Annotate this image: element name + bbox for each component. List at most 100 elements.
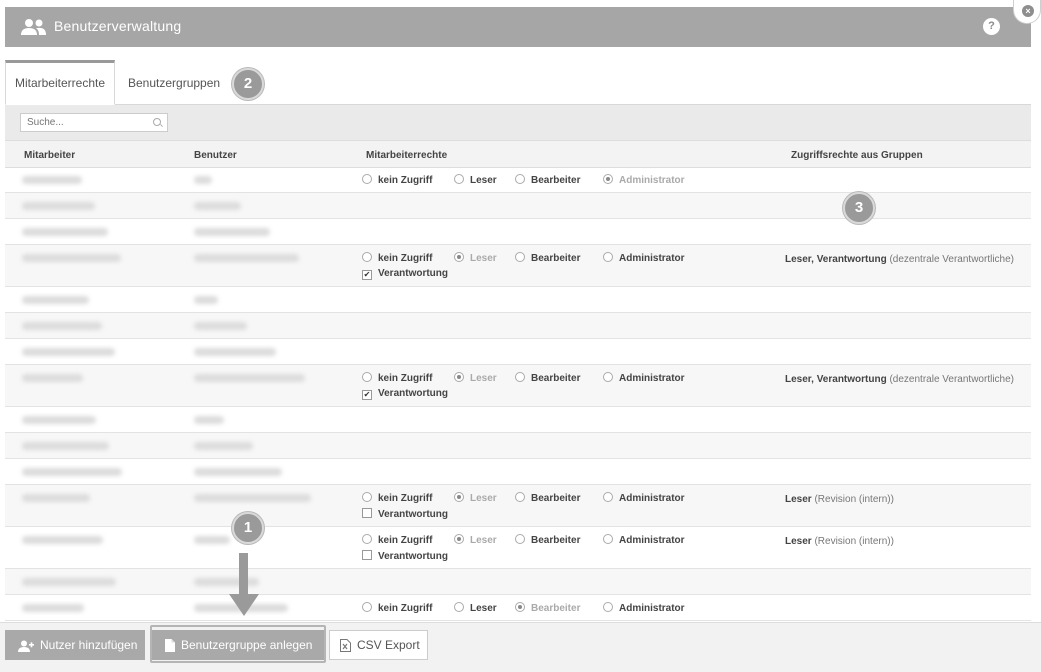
table-row[interactable]: kein Zugriff Leser Bearbeiter Administrator… — [5, 527, 1031, 569]
table-row[interactable] — [5, 433, 1031, 459]
rights-option-admin[interactable]: Administrator — [603, 174, 685, 186]
responsibility-checkbox-row[interactable]: ✔ Verantwortung — [362, 388, 448, 400]
radio-button[interactable] — [454, 372, 464, 382]
radio-button[interactable] — [515, 252, 525, 262]
radio-button[interactable] — [362, 174, 372, 184]
rights-option-admin[interactable]: Administrator — [603, 372, 685, 384]
group-rights-level: Leser — [785, 494, 812, 505]
radio-button[interactable] — [603, 534, 613, 544]
table-row[interactable] — [5, 193, 1031, 219]
radio-button[interactable] — [454, 534, 464, 544]
rights-option-editor[interactable]: Bearbeiter — [515, 534, 580, 546]
rights-option-reader[interactable]: Leser — [454, 534, 497, 546]
rights-option-label: Administrator — [619, 373, 685, 384]
rights-option-none[interactable]: kein Zugriff — [362, 602, 432, 614]
rights-option-editor[interactable]: Bearbeiter — [515, 492, 580, 504]
responsibility-checkbox-row[interactable]: ✔ Verantwortung — [362, 268, 448, 280]
rights-option-label: Administrator — [619, 253, 685, 264]
username-redacted — [194, 176, 212, 184]
rights-option-admin[interactable]: Administrator — [603, 602, 685, 614]
rights-option-reader[interactable]: Leser — [454, 174, 497, 186]
rights-option-admin[interactable]: Administrator — [603, 534, 685, 546]
rights-option-reader[interactable]: Leser — [454, 492, 497, 504]
table-row[interactable]: kein Zugriff Leser Bearbeiter Administrator… — [5, 365, 1031, 407]
radio-button[interactable] — [362, 252, 372, 262]
checkbox[interactable]: ✔ — [362, 390, 372, 400]
radio-button[interactable] — [515, 492, 525, 502]
rights-option-none[interactable]: kein Zugriff — [362, 372, 432, 384]
rights-option-editor[interactable]: Bearbeiter — [515, 602, 580, 614]
rights-option-editor[interactable]: Bearbeiter — [515, 372, 580, 384]
group-rights-text: Leser, Verantwortung (dezentrale Verantw… — [785, 252, 1015, 267]
csv-export-button[interactable]: CSV Export — [329, 630, 428, 660]
radio-button[interactable] — [454, 492, 464, 502]
table-row[interactable] — [5, 407, 1031, 433]
radio-button[interactable] — [362, 602, 372, 612]
column-header-group-rights: Zugriffsrechte aus Gruppen — [791, 150, 923, 161]
help-icon[interactable]: ? — [983, 18, 1000, 35]
highlight-frame — [150, 625, 326, 663]
radio-button[interactable] — [362, 372, 372, 382]
responsibility-checkbox-row[interactable]: Verantwortung — [362, 550, 448, 562]
radio-button[interactable] — [362, 492, 372, 502]
rights-option-admin[interactable]: Administrator — [603, 252, 685, 264]
rights-option-none[interactable]: kein Zugriff — [362, 252, 432, 264]
table-row[interactable] — [5, 459, 1031, 485]
column-header-user: Benutzer — [194, 150, 237, 161]
rights-option-label: kein Zugriff — [378, 373, 433, 384]
rights-option-none[interactable]: kein Zugriff — [362, 534, 432, 546]
rights-option-editor[interactable]: Bearbeiter — [515, 252, 580, 264]
username-redacted — [194, 578, 259, 586]
rights-option-editor[interactable]: Bearbeiter — [515, 174, 580, 186]
add-user-button[interactable]: Nutzer hinzufügen — [5, 630, 145, 660]
group-rights-source: (Revision (intern)) — [811, 494, 894, 505]
rights-option-reader[interactable]: Leser — [454, 252, 497, 264]
rights-option-label: Administrator — [619, 603, 685, 614]
table-row[interactable] — [5, 313, 1031, 339]
checkbox[interactable] — [362, 508, 372, 518]
add-user-label: Nutzer hinzufügen — [40, 638, 138, 652]
radio-button[interactable] — [603, 602, 613, 612]
radio-button[interactable] — [603, 492, 613, 502]
table-row[interactable]: kein Zugriff Leser Bearbeiter Administrator — [5, 167, 1031, 193]
radio-button[interactable] — [515, 174, 525, 184]
radio-button[interactable] — [454, 174, 464, 184]
rights-option-admin[interactable]: Administrator — [603, 492, 685, 504]
table-row[interactable]: kein Zugriff Leser Bearbeiter Administrator… — [5, 485, 1031, 527]
responsibility-checkbox-row[interactable]: Verantwortung — [362, 508, 448, 520]
annotation-marker-2: 2 — [232, 68, 264, 100]
table-row[interactable] — [5, 287, 1031, 313]
rights-option-reader[interactable]: Leser — [454, 372, 497, 384]
radio-button[interactable] — [515, 372, 525, 382]
rights-option-label: Bearbeiter — [531, 493, 581, 504]
table-row[interactable]: kein Zugriff Leser Bearbeiter Administrator… — [5, 245, 1031, 287]
search-input[interactable] — [20, 113, 168, 132]
responsibility-label: Verantwortung — [378, 388, 449, 399]
csv-export-label: CSV Export — [357, 638, 420, 652]
radio-button[interactable] — [603, 372, 613, 382]
window-title: Benutzerverwaltung — [54, 18, 182, 34]
table-row[interactable]: kein Zugriff Leser Bearbeiter Administrator — [5, 595, 1031, 621]
table-row[interactable] — [5, 219, 1031, 245]
employee-name-redacted — [22, 176, 82, 184]
radio-button[interactable] — [515, 534, 525, 544]
checkbox[interactable] — [362, 550, 372, 560]
radio-button[interactable] — [454, 602, 464, 612]
table-row[interactable] — [5, 569, 1031, 595]
annotation-marker-1: 1 — [232, 512, 264, 544]
rights-option-none[interactable]: kein Zugriff — [362, 492, 432, 504]
radio-button[interactable] — [362, 534, 372, 544]
tab-mitarbeiterrechte[interactable]: Mitarbeiterrechte — [5, 60, 115, 105]
radio-button[interactable] — [454, 252, 464, 262]
table-row[interactable] — [5, 339, 1031, 365]
rights-option-label: Bearbeiter — [531, 175, 581, 186]
tab-benutzergruppen[interactable]: Benutzergruppen — [128, 60, 220, 104]
close-button[interactable]: × — [1013, 0, 1041, 24]
rights-option-none[interactable]: kein Zugriff — [362, 174, 432, 186]
employee-name-redacted — [22, 578, 116, 586]
radio-button[interactable] — [515, 602, 525, 612]
checkbox[interactable]: ✔ — [362, 270, 372, 280]
radio-button[interactable] — [603, 252, 613, 262]
rights-option-reader[interactable]: Leser — [454, 602, 497, 614]
radio-button[interactable] — [603, 174, 613, 184]
